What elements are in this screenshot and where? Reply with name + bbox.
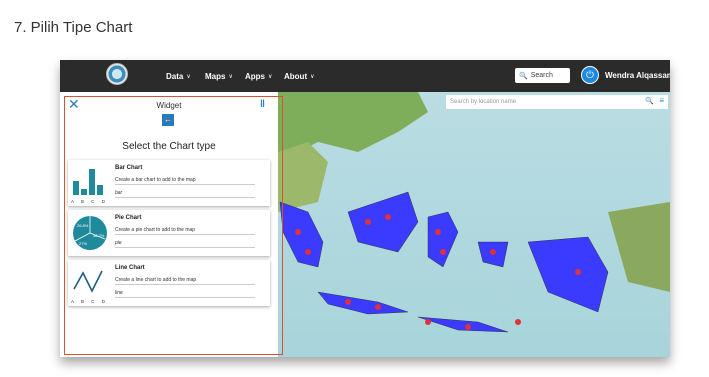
menu-icon[interactable]: ≡: [659, 96, 664, 105]
card-title: Bar Chart: [115, 165, 143, 171]
nusa-region: [417, 316, 509, 333]
menu-maps[interactable]: Maps ∨: [205, 60, 233, 92]
widget-title: Widget: [156, 101, 182, 110]
card-description: Create a pie chart to add to the map: [115, 227, 255, 235]
map-search-input[interactable]: Search by location name 🔍 ≡: [446, 95, 668, 109]
sulawesi-region: [427, 211, 459, 268]
bar-chart-icon: [73, 169, 103, 195]
search-label: Search: [530, 72, 553, 79]
line-axis-labels: A B C D: [71, 299, 109, 304]
pie-label-c: 27%: [79, 241, 87, 246]
chevron-down-icon: ∨: [268, 73, 273, 80]
search-icon[interactable]: 🔍: [645, 97, 654, 105]
card-title: Pie Chart: [115, 215, 142, 221]
map-canvas: [278, 92, 670, 333]
chevron-down-icon: ∨: [228, 73, 233, 80]
pie-chart-icon: 26.8% 46.2% 27%: [73, 216, 107, 250]
java-region: [317, 291, 409, 315]
pie-chart-card[interactable]: 26.8% 46.2% 27% Pie Chart Create a pie c…: [68, 210, 270, 256]
card-value: bar: [115, 190, 255, 198]
card-description: Create a line chart to add to the map: [115, 277, 255, 285]
card-value: line: [115, 290, 255, 298]
app-logo-icon[interactable]: [106, 63, 128, 85]
card-title: Line Chart: [115, 265, 145, 271]
user-power-icon[interactable]: ⏻: [581, 66, 599, 84]
kalimantan-region: [347, 191, 419, 253]
user-name[interactable]: Wendra Alqassam: [605, 71, 670, 80]
menu-apps[interactable]: Apps ∨: [245, 60, 272, 92]
bar-chart-card[interactable]: A B C D Bar Chart Create a bar chart to …: [68, 160, 270, 206]
menu-about[interactable]: About ∨: [284, 60, 315, 92]
map-search-placeholder: Search by location name: [450, 99, 517, 105]
menu-data[interactable]: Data ∨: [166, 60, 191, 92]
card-description: Create a bar chart to add to the map: [115, 177, 255, 185]
bar-axis-labels: A B C D: [71, 199, 109, 204]
menu-maps-label: Maps: [205, 71, 226, 81]
bar-chart-icon[interactable]: ‖: [260, 99, 265, 110]
pie-label-a: 26.8%: [77, 223, 89, 228]
back-button[interactable]: ←: [162, 114, 174, 126]
search-icon: 🔍: [519, 72, 528, 80]
menu-apps-label: Apps: [245, 71, 265, 81]
step-heading: 7. Pilih Tipe Chart: [14, 19, 133, 36]
global-search[interactable]: 🔍 Search: [515, 68, 570, 83]
papua-region: [527, 236, 609, 313]
pie-label-b: 46.2%: [93, 233, 105, 238]
line-chart-icon: [73, 270, 103, 293]
map-view[interactable]: [278, 92, 670, 357]
app-screenshot: Data ∨ Maps ∨ Apps ∨ About ∨ 🔍 Search ⏻ Wend…: [60, 60, 670, 357]
line-chart-card[interactable]: A B C D Line Chart Create a line chart t…: [68, 260, 270, 306]
select-chart-heading: Select the Chart type: [122, 141, 216, 152]
chevron-down-icon: ∨: [186, 73, 191, 80]
sumatra-region: [279, 201, 324, 268]
menu-about-label: About: [284, 71, 308, 81]
menu-data-label: Data: [166, 71, 184, 81]
top-navbar: Data ∨ Maps ∨ Apps ∨ About ∨ 🔍 Search ⏻ Wend…: [60, 60, 670, 92]
card-value: pie: [115, 240, 255, 248]
chevron-down-icon: ∨: [310, 73, 315, 80]
